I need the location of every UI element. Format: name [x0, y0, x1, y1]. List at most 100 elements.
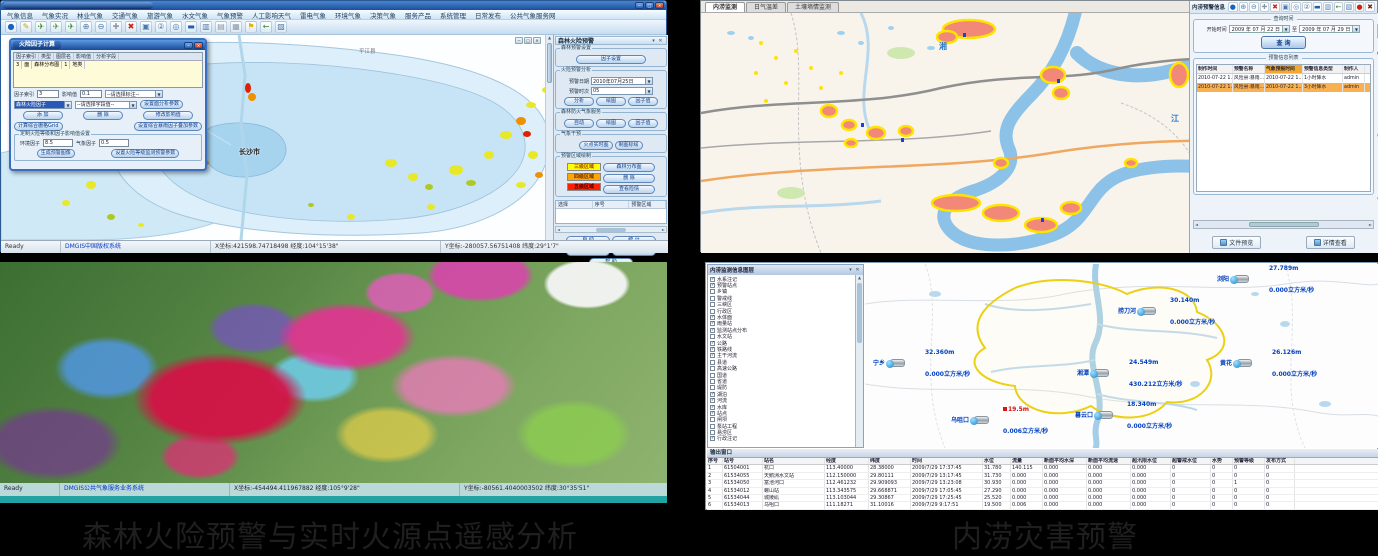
layer-checkbox[interactable] [710, 334, 715, 339]
add-button[interactable]: 添 加 [23, 111, 63, 120]
layer-checkbox[interactable] [710, 424, 715, 429]
layer-item[interactable]: 行政注记 [710, 436, 855, 442]
layer-checkbox[interactable] [710, 302, 715, 307]
layer-checkbox[interactable] [710, 283, 715, 288]
chevron-down-icon[interactable]: ▼ [129, 102, 136, 108]
close-icon[interactable]: ✕ [657, 38, 664, 44]
panel-toolbar-icon[interactable]: ⊖ [1249, 2, 1259, 12]
layer-checkbox[interactable] [710, 347, 715, 352]
child-restore-icon[interactable]: □ [524, 37, 532, 44]
scroll-right-icon[interactable]: ► [662, 227, 665, 232]
menu-item[interactable]: 旅游气象 [147, 10, 173, 20]
table-row[interactable]: 161504001 杭口113.40000 28.380002009/7/29 … [707, 465, 1378, 472]
region-button[interactable]: 森林分布图 [603, 163, 655, 172]
query-button[interactable]: 查 询 [1261, 36, 1305, 49]
menu-item[interactable]: 决策气象 [370, 10, 396, 20]
chevron-down-icon[interactable]: ▼ [645, 88, 652, 94]
met-factor-input[interactable]: 0.5 [99, 139, 129, 147]
toolbar-icon[interactable]: ▣ [140, 21, 152, 33]
dialog-close-icon[interactable]: ✕ [194, 42, 203, 49]
toolbar-icon[interactable]: ▥ [200, 21, 212, 33]
panel-toolbar-icon[interactable]: ✖ [1270, 2, 1280, 12]
chevron-down-icon[interactable]: ▼ [155, 91, 162, 97]
analysis-button[interactable]: 分析 [564, 97, 594, 106]
station-data-table[interactable]: 序号站号站名经度纬度时间水位流量断面平均水深断面平均流速超汛限水位超警戒水位水势… [707, 458, 1378, 510]
layer-checkbox[interactable] [710, 309, 715, 314]
menu-item[interactable]: 气象预警 [217, 10, 243, 20]
date-to-picker[interactable]: 2009 年 07 月 29 日▼ [1299, 25, 1360, 33]
satellite-fire-image[interactable] [0, 262, 667, 483]
map-tab[interactable]: 土壤墒情监测 [787, 2, 839, 12]
table-row[interactable]: 661534013 乌咀口111.18271 31.100162009/7/29… [707, 502, 1378, 509]
table-row[interactable]: 2010-07-22 1... 风险县:暴雨... 2010-07-22 1..… [1197, 83, 1370, 92]
warning-list-table[interactable]: 制作时间 预警名称 气象预报时间 预警信息类型 制作人 2010-07-22 1… [1196, 64, 1371, 192]
hydro-station[interactable]: 宁乡 32.360m 0.000立方米/秒 [873, 358, 905, 367]
panel-horizontal-scrollbar[interactable]: ◄ ► [1193, 220, 1374, 229]
menu-item[interactable]: 交通气象 [112, 10, 138, 20]
service-button[interactable]: 自动 [564, 119, 594, 128]
chevron-down-icon[interactable]: ▼ [1282, 26, 1289, 32]
file-preview-button[interactable]: 文件预览 [1212, 236, 1261, 249]
detail-view-button[interactable]: 详情查看 [1306, 236, 1355, 249]
intervention-button[interactable]: 制图标绘 [615, 141, 643, 150]
layer-checkbox[interactable] [710, 315, 715, 320]
factor-index-input[interactable]: 3 [37, 90, 59, 98]
toolbar-icon[interactable]: ▤ [215, 21, 227, 33]
scroll-up-icon[interactable]: ▲ [858, 275, 861, 280]
warning-time-select[interactable]: 05▼ [591, 87, 653, 95]
impact-input[interactable]: 0.1 [80, 90, 102, 98]
layer-checkbox[interactable] [710, 341, 715, 346]
hydro-station[interactable]: 黄花 26.126m 0.000立方米/秒 [1220, 358, 1252, 367]
panel-toolbar-icon[interactable]: ▣ [1281, 2, 1291, 12]
panel-toolbar-icon[interactable]: ← [1334, 2, 1344, 12]
toolbar-icon[interactable]: ✈ [35, 21, 47, 33]
panel-toolbar-icon[interactable]: ② [1302, 2, 1312, 12]
panel-toolbar-icon[interactable]: ✖ [1365, 2, 1375, 12]
region-button[interactable]: 查看险情 [603, 185, 655, 194]
layer-checkbox[interactable] [710, 366, 715, 371]
service-button[interactable]: 因子值 [628, 119, 658, 128]
scroll-left-icon[interactable]: ◄ [557, 227, 560, 232]
toolbar-icon[interactable]: ● [5, 21, 17, 33]
map-vertical-scrollbar[interactable]: ▲ [545, 35, 553, 240]
toolbar-icon[interactable]: ✎ [20, 21, 32, 33]
toolbar-icon[interactable]: ▬ [185, 21, 197, 33]
child-minimize-icon[interactable]: ─ [515, 37, 523, 44]
scroll-up-icon[interactable]: ▲ [548, 35, 551, 40]
layer-checkbox[interactable] [710, 360, 715, 365]
table-row[interactable]: 561534044 城陵矶113.103044 29.308672009/7/2… [707, 495, 1378, 502]
analysis-button[interactable]: 绘图 [596, 97, 626, 106]
hydro-station[interactable]: 乌咀口 19.5m 0.006立方米/秒 [951, 415, 989, 424]
layer-checkbox[interactable] [710, 411, 715, 416]
menu-item[interactable]: 水文气象 [182, 10, 208, 20]
hydro-station[interactable]: 暮云口 18.340m 0.000立方米/秒 [1075, 410, 1113, 419]
toolbar-icon[interactable]: ✈ [65, 21, 77, 33]
panel-scrollbar[interactable]: ◄ ► [555, 226, 667, 233]
scroll-left-icon[interactable]: ◄ [1195, 222, 1198, 227]
panel-toolbar-icon[interactable]: ⊕ [1239, 2, 1249, 12]
layer-checkbox[interactable] [710, 277, 715, 282]
chevron-down-icon[interactable]: ▼ [64, 102, 71, 108]
dialog-title-bar[interactable]: 火险因子计算 ─ ✕ [11, 40, 205, 50]
panel-toolbar-icon[interactable]: ● [1228, 2, 1238, 12]
table-row[interactable]: 461534012 螺山站113.343575 29.6688712009/7/… [707, 488, 1378, 495]
layer-checkbox[interactable] [710, 385, 715, 390]
menu-item[interactable]: 服务产品 [405, 10, 431, 20]
maximize-icon[interactable]: □ [645, 2, 654, 9]
title-bar[interactable]: ─ □ ✕ [1, 1, 666, 10]
layer-checkbox[interactable] [710, 296, 715, 301]
rain-overlay-button[interactable]: 设置综合暴雨因子叠加参数 [134, 122, 202, 131]
menu-item[interactable]: 气象实况 [42, 10, 68, 20]
layer-checkbox[interactable] [710, 328, 715, 333]
chevron-down-icon[interactable]: ▼ [645, 78, 652, 84]
toolbar-icon[interactable]: ✚ [110, 21, 122, 33]
layer-checkbox[interactable] [710, 289, 715, 294]
modify-button[interactable]: 修改影响值 [143, 111, 193, 120]
toolbar-icon[interactable]: ✖ [125, 21, 137, 33]
intervention-button[interactable]: 火点实时图 [579, 141, 612, 150]
child-close-icon[interactable]: ✕ [533, 37, 541, 44]
factor-setting-button[interactable]: 因子设置 [576, 55, 646, 64]
level-param-button[interactable]: 设置火险等级监测预警参数 [111, 149, 179, 158]
toolbar-icon[interactable]: ▧ [275, 21, 287, 33]
menu-item[interactable]: 人工影响天气 [252, 10, 291, 20]
